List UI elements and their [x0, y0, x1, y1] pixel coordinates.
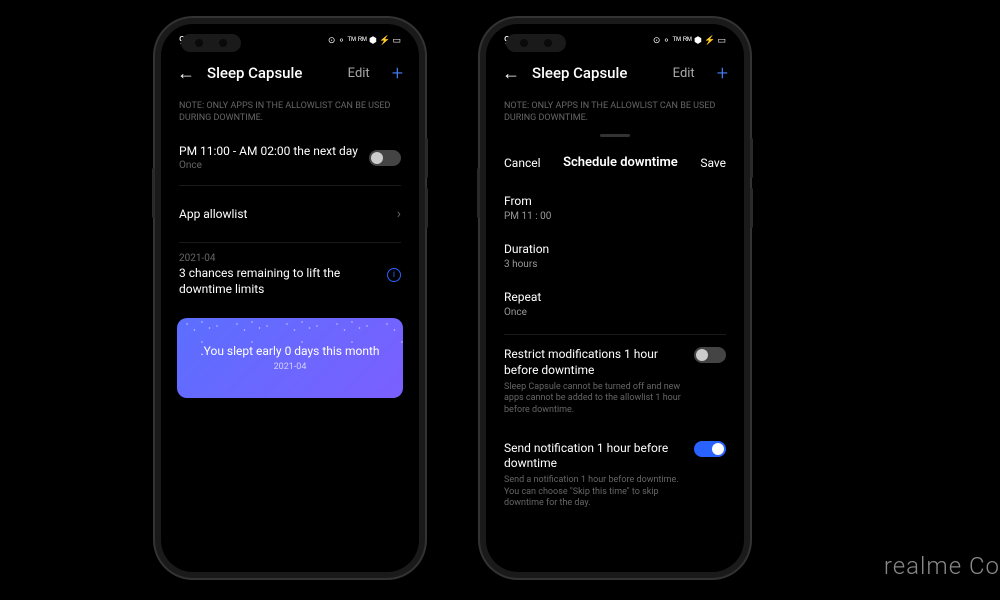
restrict-title: Restrict modifications 1 hour before dow…	[504, 347, 684, 378]
modal-title: Schedule downtime	[541, 155, 701, 170]
add-button[interactable]: +	[717, 61, 728, 85]
allowlist-row[interactable]: App allowlist ›	[161, 186, 419, 242]
allowlist-note: NOTE: ONLY APPS IN THE ALLOWLIST CAN BE …	[161, 95, 419, 130]
repeat-value: Once	[504, 307, 726, 318]
phone-left: 9:47 ⊙ ⚬ ᵀᴹ ᴿᴹ ⬢ ⚡ ▭ ← Sleep Capsule Edi…	[155, 18, 425, 578]
cancel-button[interactable]: Cancel	[504, 156, 541, 170]
notify-toggle[interactable]	[694, 441, 726, 457]
restrict-toggle[interactable]	[694, 347, 726, 363]
from-section[interactable]: From PM 11 : 00	[486, 184, 744, 232]
volume-up-button[interactable]	[750, 138, 753, 178]
back-icon[interactable]: ←	[177, 63, 195, 84]
volume-down-button[interactable]	[425, 188, 428, 228]
app-header: ← Sleep Capsule Edit +	[486, 51, 744, 95]
repeat-section[interactable]: Repeat Once	[486, 280, 744, 328]
duration-section[interactable]: Duration 3 hours	[486, 232, 744, 280]
sleep-stats-text: .You slept early 0 days this month	[201, 344, 380, 358]
sleep-stats-card[interactable]: .You slept early 0 days this month 2021-…	[177, 318, 403, 398]
screen-left: 9:47 ⊙ ⚬ ᵀᴹ ᴿᴹ ⬢ ⚡ ▭ ← Sleep Capsule Edi…	[161, 24, 419, 572]
page-title: Sleep Capsule	[532, 64, 661, 82]
back-icon[interactable]: ←	[502, 63, 520, 84]
duration-value: 3 hours	[504, 259, 726, 270]
app-header: ← Sleep Capsule Edit +	[161, 51, 419, 95]
from-value: PM 11 : 00	[504, 211, 726, 222]
info-icon[interactable]: i	[387, 268, 401, 282]
notify-desc: Send a notification 1 hour before downti…	[504, 475, 684, 510]
save-button[interactable]: Save	[700, 156, 726, 170]
drag-handle[interactable]	[600, 134, 630, 137]
repeat-label: Repeat	[504, 290, 726, 304]
chevron-right-icon: ›	[397, 206, 401, 222]
chances-row[interactable]: 2021-04 3 chances remaining to lift the …	[161, 243, 419, 307]
allowlist-note: NOTE: ONLY APPS IN THE ALLOWLIST CAN BE …	[486, 95, 744, 130]
phone-right: 9:47 ⊙ ⚬ ᵀᴹ ᴿᴹ ⬢ ⚡ ▭ ← Sleep Capsule Edi…	[480, 18, 750, 578]
allowlist-label: App allowlist	[179, 207, 397, 221]
screen-right: 9:47 ⊙ ⚬ ᵀᴹ ᴿᴹ ⬢ ⚡ ▭ ← Sleep Capsule Edi…	[486, 24, 744, 572]
chances-msg: 3 chances remaining to lift the downtime…	[179, 266, 387, 297]
edit-button[interactable]: Edit	[348, 66, 370, 81]
power-button[interactable]	[152, 168, 155, 218]
edit-button[interactable]: Edit	[673, 66, 695, 81]
restrict-desc: Sleep Capsule cannot be turned off and n…	[504, 382, 684, 417]
page-title: Sleep Capsule	[207, 64, 336, 82]
schedule-toggle[interactable]	[369, 150, 401, 166]
add-button[interactable]: +	[392, 61, 403, 85]
schedule-repeat: Once	[179, 160, 369, 171]
duration-label: Duration	[504, 242, 726, 256]
schedule-time: PM 11:00 - AM 02:00 the next day	[179, 144, 369, 158]
status-icons: ⊙ ⚬ ᵀᴹ ᴿᴹ ⬢ ⚡ ▭	[328, 35, 401, 46]
restrict-row: Restrict modifications 1 hour before dow…	[486, 335, 744, 428]
chances-date: 2021-04	[179, 253, 387, 264]
camera-notch	[181, 34, 241, 52]
sleep-stats-date: 2021-04	[274, 362, 307, 372]
power-button[interactable]	[477, 168, 480, 218]
content-left: PM 11:00 - AM 02:00 the next day Once Ap…	[161, 130, 419, 572]
camera-notch	[506, 34, 566, 52]
content-right: Cancel Schedule downtime Save From PM 11…	[486, 141, 744, 572]
status-icons: ⊙ ⚬ ᵀᴹ ᴿᴹ ⬢ ⚡ ▭	[653, 35, 726, 46]
notify-title: Send notification 1 hour before downtime	[504, 441, 684, 472]
from-label: From	[504, 194, 726, 208]
modal-header: Cancel Schedule downtime Save	[486, 141, 744, 184]
schedule-row[interactable]: PM 11:00 - AM 02:00 the next day Once	[161, 130, 419, 185]
volume-down-button[interactable]	[750, 188, 753, 228]
volume-up-button[interactable]	[425, 138, 428, 178]
watermark: realme Co	[884, 552, 1000, 580]
notify-row: Send notification 1 hour before downtime…	[486, 429, 744, 522]
